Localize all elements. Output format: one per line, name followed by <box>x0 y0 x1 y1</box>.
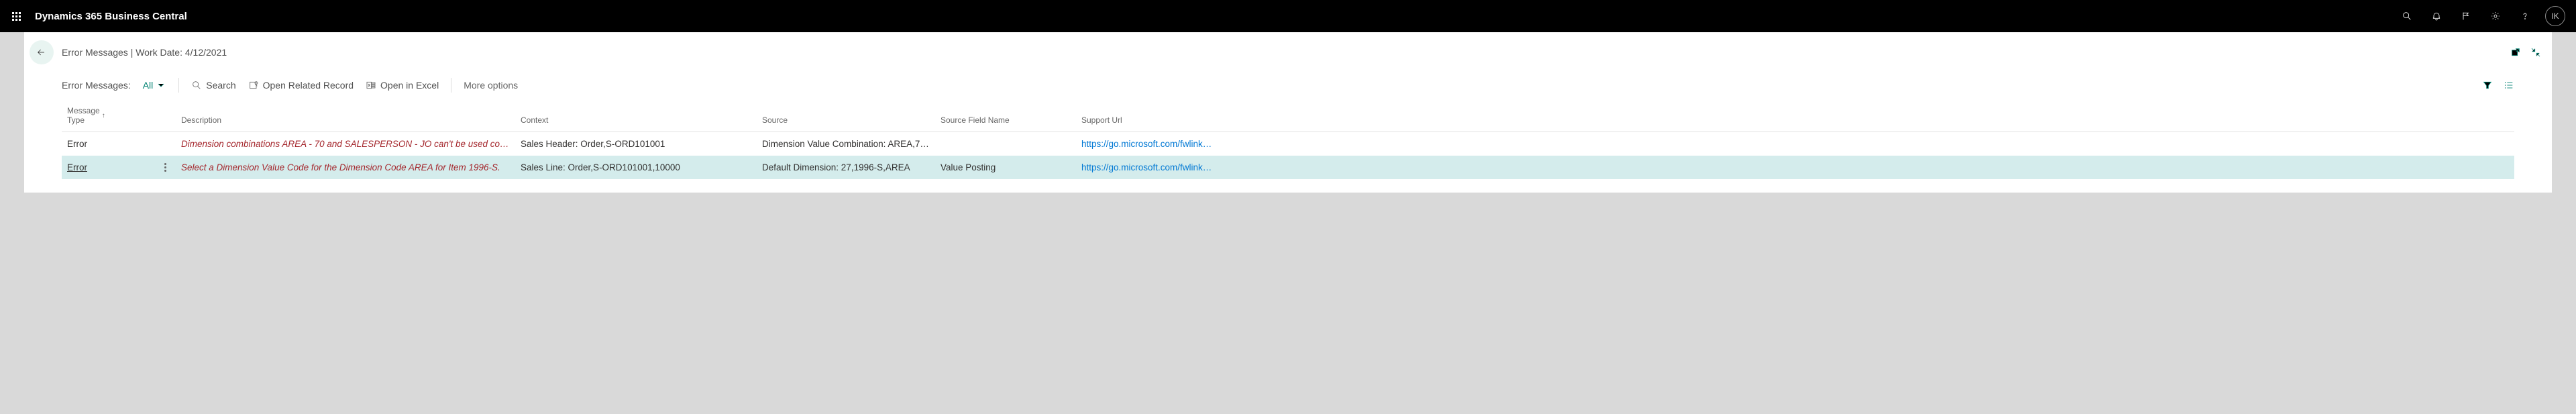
source-cell: Dimension Value Combination: AREA,70,SAL… <box>762 139 930 149</box>
open-related-action[interactable]: Open Related Record <box>248 80 354 91</box>
message-type-cell: Error <box>67 139 87 149</box>
source-field-cell <box>935 132 1076 156</box>
app-launcher-icon[interactable] <box>5 5 27 27</box>
separator <box>178 78 179 93</box>
command-bar: Error Messages: All Search Open Related … <box>24 72 2552 98</box>
support-url-link[interactable]: https://go.microsoft.com/fwlink… <box>1081 139 1216 149</box>
message-type-cell: Error <box>67 162 87 172</box>
back-button[interactable] <box>30 40 54 64</box>
list-view-icon[interactable] <box>2504 80 2514 91</box>
global-top-bar: Dynamics 365 Business Central IK <box>0 0 2576 32</box>
sort-asc-icon: ↑ <box>102 112 105 119</box>
description-cell: Select a Dimension Value Code for the Di… <box>181 162 510 172</box>
support-url-link[interactable]: https://go.microsoft.com/fwlink… <box>1081 162 1216 172</box>
page-title: Error Messages | Work Date: 4/12/2021 <box>62 47 227 58</box>
table-row[interactable]: Error Dimension combinations AREA - 70 an… <box>62 132 2514 156</box>
open-excel-label: Open in Excel <box>380 80 439 91</box>
popout-icon[interactable] <box>2510 47 2521 58</box>
search-action[interactable]: Search <box>191 80 235 91</box>
notifications-icon[interactable] <box>2422 0 2451 32</box>
flag-icon[interactable] <box>2451 0 2481 32</box>
view-selector[interactable]: All <box>143 80 167 91</box>
page-card: Error Messages | Work Date: 4/12/2021 Er… <box>24 32 2552 193</box>
description-cell: Dimension combinations AREA - 70 and SAL… <box>181 139 510 149</box>
list-label: Error Messages: <box>62 80 131 91</box>
context-cell: Sales Line: Order,S-ORD101001,10000 <box>515 156 757 179</box>
product-name: Dynamics 365 Business Central <box>35 11 187 22</box>
filter-icon[interactable] <box>2482 80 2493 91</box>
col-header-description[interactable]: Description <box>176 98 515 132</box>
settings-gear-icon[interactable] <box>2481 0 2510 32</box>
search-icon[interactable] <box>2392 0 2422 32</box>
more-options[interactable]: More options <box>464 80 518 91</box>
table-row[interactable]: Error Select a Dimension Value Code for t… <box>62 156 2514 179</box>
col-header-url[interactable]: Support Url <box>1076 98 2514 132</box>
col-header-context[interactable]: Context <box>515 98 757 132</box>
row-actions-menu-icon[interactable] <box>161 163 169 172</box>
context-cell: Sales Header: Order,S-ORD101001 <box>515 132 757 156</box>
open-related-label: Open Related Record <box>263 80 354 91</box>
user-avatar[interactable]: IK <box>2545 6 2565 26</box>
source-cell: Default Dimension: 27,1996-S,AREA <box>762 162 930 172</box>
collapse-icon[interactable] <box>2530 47 2541 58</box>
view-selector-label: All <box>143 80 154 91</box>
col-header-field[interactable]: Source Field Name <box>935 98 1076 132</box>
col-header-source[interactable]: Source <box>757 98 935 132</box>
page-header: Error Messages | Work Date: 4/12/2021 <box>24 32 2552 72</box>
search-action-label: Search <box>206 80 235 91</box>
error-messages-table: MessageType↑ Description Context Source … <box>62 98 2514 179</box>
source-field-cell: Value Posting <box>935 156 1076 179</box>
col-header-type[interactable]: MessageType↑ <box>62 98 156 132</box>
open-excel-action[interactable]: Open in Excel <box>366 80 439 91</box>
help-icon[interactable] <box>2510 0 2540 32</box>
